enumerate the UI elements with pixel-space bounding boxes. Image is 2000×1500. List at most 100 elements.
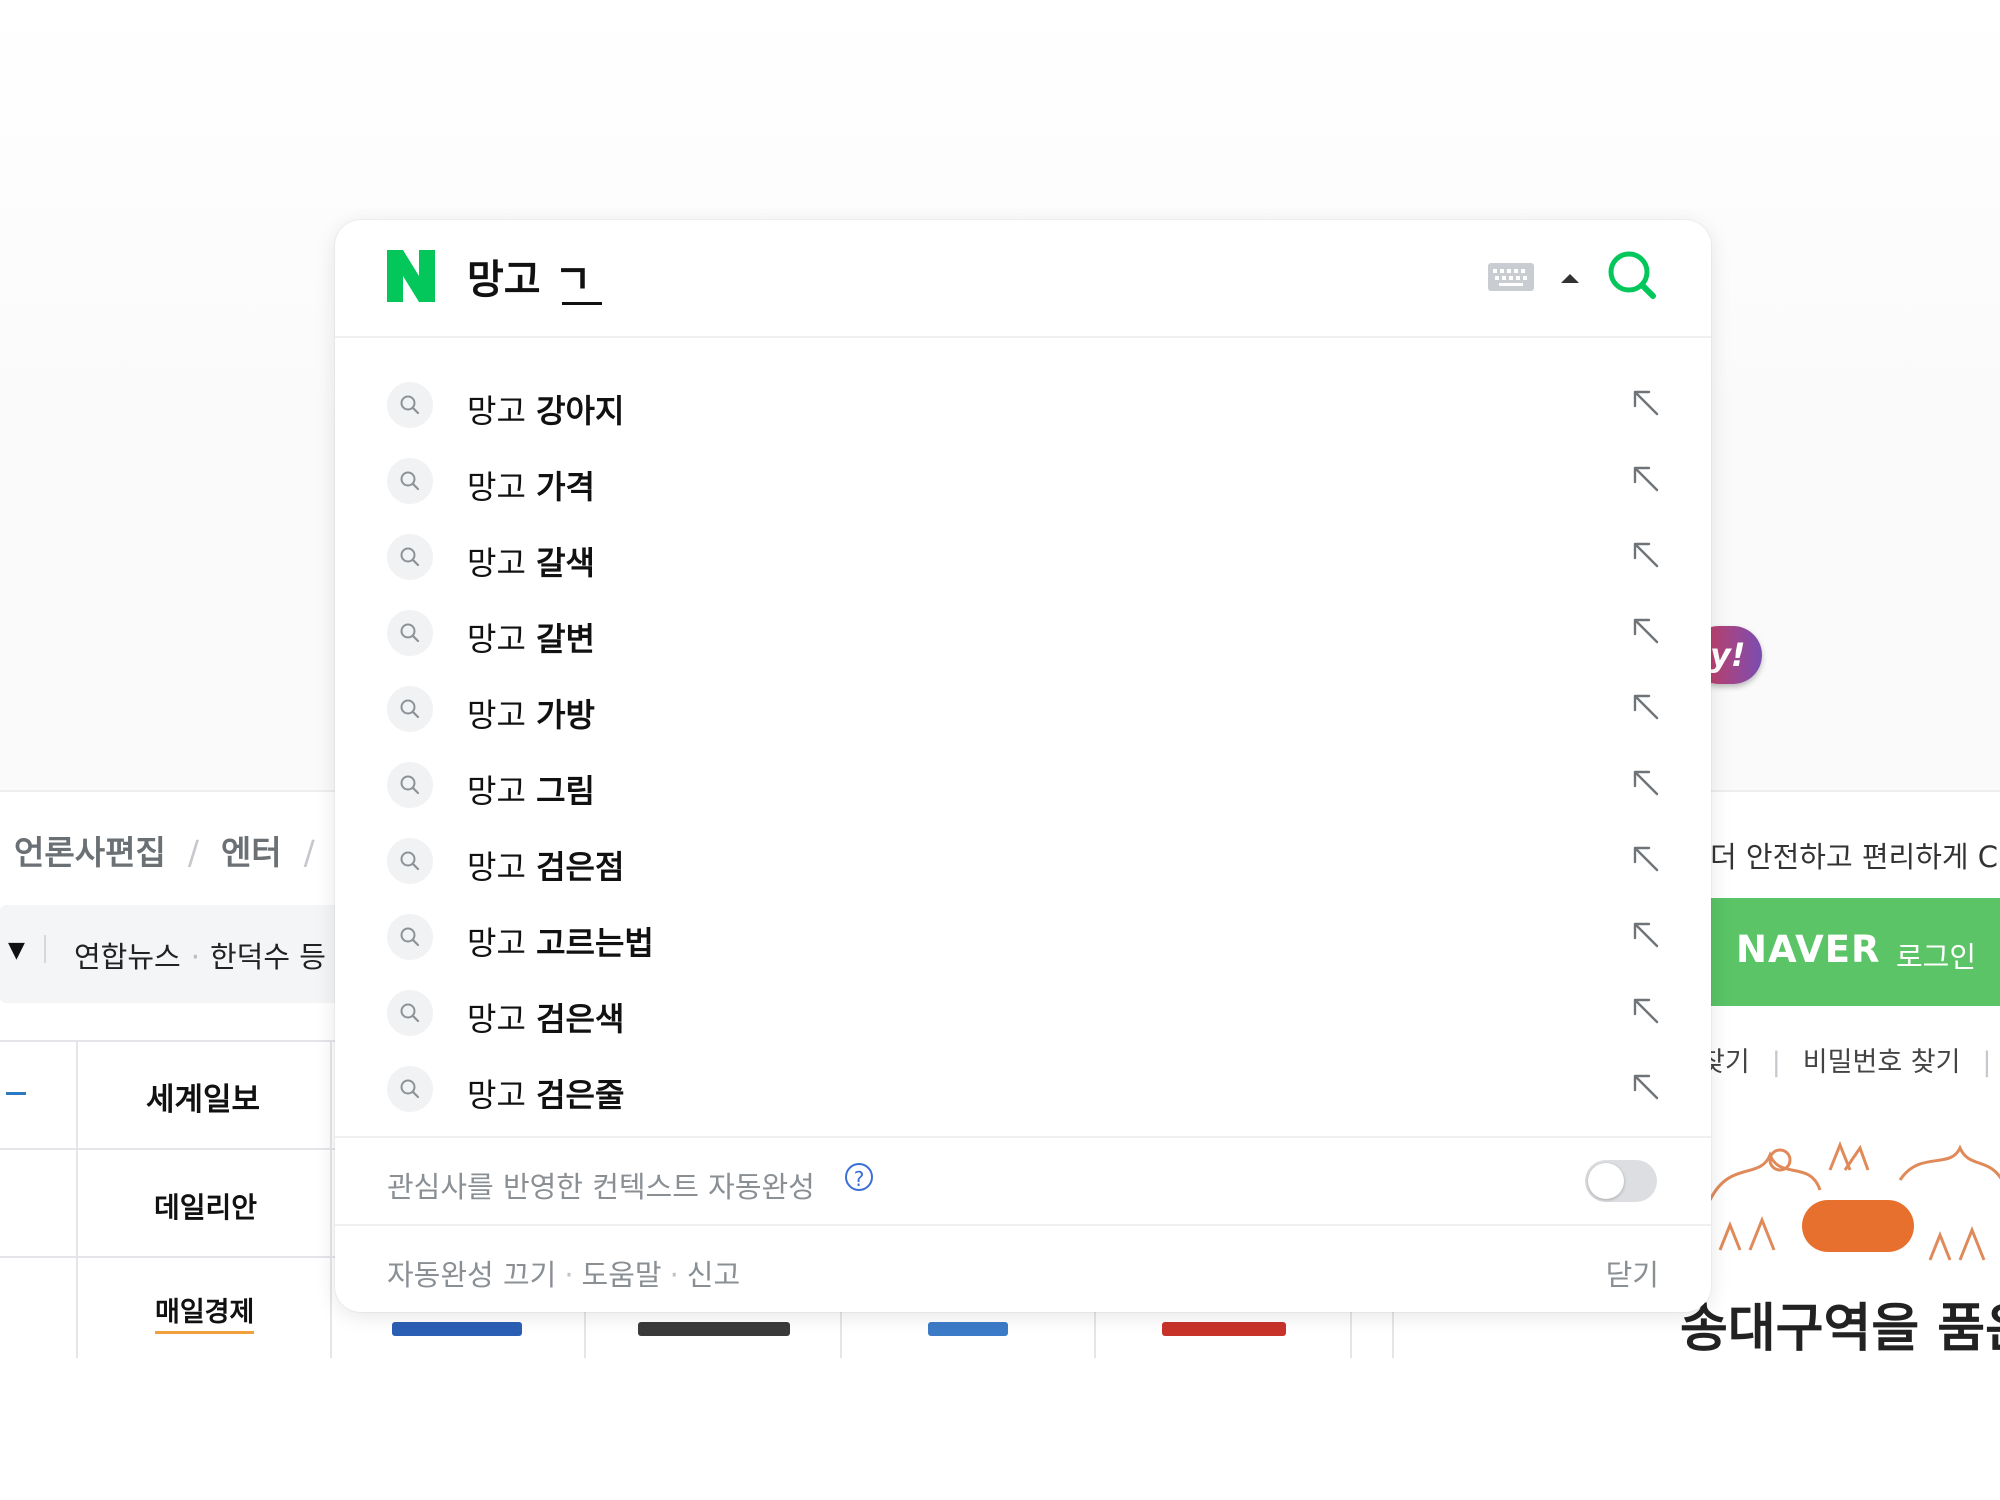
autocomplete-off-link[interactable]: 자동완성 끄기 (387, 1258, 556, 1292)
suggestion-item[interactable]: 망고 검은색 (335, 974, 1711, 1050)
suggestion-item[interactable]: 망고 가방 (335, 670, 1711, 746)
suggestion-prefix: 망고 (467, 1076, 537, 1114)
arrow-up-left-icon[interactable] (1629, 462, 1661, 494)
report-link[interactable]: 신고 (687, 1258, 740, 1292)
press-logo-maeil[interactable]: 매일경제 (155, 1290, 255, 1334)
toggle-knob (1588, 1163, 1624, 1199)
suggestion-completion: 가격 (536, 468, 595, 506)
banner-cloud-shape (1802, 1200, 1914, 1252)
news-tabs: 언론사편집 / 엔터 / (14, 826, 337, 874)
close-button[interactable]: 닫기 (1606, 1252, 1659, 1294)
suggestion-item[interactable]: 망고 강아지 (335, 366, 1711, 442)
autocomplete-footer: 자동완성 끄기 · 도움말 · 신고 닫기 (335, 1224, 1711, 1312)
context-autocomplete-row: 관심사를 반영한 컨텍스트 자동완성 ? (335, 1136, 1711, 1226)
ime-composition-underline (562, 302, 602, 305)
press-logo-kbs-world[interactable] (392, 1322, 522, 1336)
search-autocomplete-popup: 망고 강아지망고 가격망고 갈색망고 갈변망고 가방망고 그림망고 검은점망고 … (335, 220, 1711, 1312)
suggestion-completion: 갈변 (536, 620, 595, 658)
tab-press-edit[interactable]: 언론사편집 (14, 833, 166, 872)
help-icon[interactable]: ? (845, 1163, 873, 1191)
suggestion-prefix: 망고 (467, 544, 537, 582)
search-icon (387, 686, 433, 732)
suggestion-prefix: 망고 (467, 772, 537, 810)
headline-source: 연합뉴스 (74, 940, 181, 974)
headline-title: 한덕수 등 (209, 940, 326, 974)
suggestion-completion: 그림 (536, 772, 595, 810)
search-icon (387, 914, 433, 960)
headline-link[interactable]: 연합뉴스 · 한덕수 등 (74, 934, 326, 976)
link-separator: | (1771, 1047, 1781, 1078)
search-bar (335, 220, 1711, 338)
suggestion-prefix: 망고 (467, 696, 537, 734)
suggestion-text: 망고 갈색 (467, 538, 595, 584)
arrow-up-left-icon[interactable] (1629, 994, 1661, 1026)
link-separator: | (1982, 1047, 1992, 1078)
press-grid-line (76, 1040, 78, 1358)
press-logo-partial[interactable] (6, 1086, 26, 1095)
search-icon (387, 458, 433, 504)
find-password-link[interactable]: 비밀번호 찾기 (1803, 1047, 1961, 1078)
footer-dot: · (564, 1258, 574, 1292)
suggestion-item[interactable]: 망고 갈변 (335, 594, 1711, 670)
suggestion-item[interactable]: 망고 그림 (335, 746, 1711, 822)
suggestion-item[interactable]: 망고 고르는법 (335, 898, 1711, 974)
suggestion-item[interactable]: 망고 검은줄 (335, 1050, 1711, 1126)
footer-dot: · (669, 1258, 679, 1292)
suggestion-prefix: 망고 (467, 848, 537, 886)
arrow-up-left-icon[interactable] (1629, 918, 1661, 950)
search-icon[interactable] (1605, 248, 1661, 304)
arrow-up-left-icon[interactable] (1629, 690, 1661, 722)
caret-down-icon[interactable]: ▼ (8, 938, 25, 963)
press-grid-line (330, 1040, 332, 1358)
search-icon (387, 382, 433, 428)
suggestion-list: 망고 강아지 망고 가격 망고 갈색 망고 갈변 망고 가방 망고 그림 망고 검은점 망고 … (335, 336, 1711, 1114)
caret-up-icon[interactable] (1557, 268, 1583, 288)
naver-logo-icon[interactable] (387, 250, 435, 302)
arrow-up-left-icon[interactable] (1629, 766, 1661, 798)
page-blank-area (0, 1358, 2000, 1500)
suggestion-text: 망고 검은색 (467, 994, 624, 1040)
tab-separator: / (303, 833, 315, 872)
suggestion-text: 망고 갈변 (467, 614, 595, 660)
search-input[interactable] (467, 246, 1267, 306)
suggestion-completion: 검은점 (536, 848, 625, 886)
arrow-up-left-icon[interactable] (1629, 1070, 1661, 1102)
headline-dot: · (190, 940, 200, 974)
suggestion-prefix: 망고 (467, 924, 537, 962)
press-logo-partial[interactable] (928, 1322, 1008, 1336)
login-caption: 더 안전하고 편리하게 C (1710, 840, 1999, 874)
account-find-links: 찾기 | 비밀번호 찾기 | (1700, 1040, 2000, 1079)
arrow-up-left-icon[interactable] (1629, 538, 1661, 570)
suggestion-completion: 갈색 (536, 544, 595, 582)
arrow-up-left-icon[interactable] (1629, 842, 1661, 874)
keyboard-icon[interactable] (1487, 262, 1535, 292)
search-icon (387, 990, 433, 1036)
search-icon (387, 1066, 433, 1112)
suggestion-item[interactable]: 망고 가격 (335, 442, 1711, 518)
press-logo-segye[interactable]: 세계일보 (146, 1074, 260, 1119)
tab-separator: / (187, 833, 199, 872)
naver-login-button[interactable]: NAVER 로그인 (1708, 898, 2000, 1006)
search-icon (387, 534, 433, 580)
suggestion-item[interactable]: 망고 검은점 (335, 822, 1711, 898)
context-autocomplete-toggle[interactable] (1585, 1160, 1657, 1202)
footer-links: 자동완성 끄기 · 도움말 · 신고 (387, 1252, 740, 1294)
suggestion-text: 망고 가방 (467, 690, 595, 736)
suggestion-text: 망고 강아지 (467, 386, 624, 432)
press-logo-dailian[interactable]: 데일리안 (154, 1186, 257, 1226)
tab-entertainment[interactable]: 엔터 (221, 833, 282, 872)
arrow-up-left-icon[interactable] (1629, 386, 1661, 418)
suggestion-prefix: 망고 (467, 620, 537, 658)
help-link[interactable]: 도움말 (582, 1258, 662, 1292)
suggestion-completion: 가방 (536, 696, 595, 734)
press-logo-partial[interactable] (1162, 1322, 1286, 1336)
ad-badge-text: y! (1710, 636, 1746, 674)
arrow-up-left-icon[interactable] (1629, 614, 1661, 646)
banner-headline[interactable]: 송대구역을 품은 (1680, 1286, 2000, 1361)
press-logo-partial[interactable] (638, 1322, 790, 1336)
suggestion-item[interactable]: 망고 갈색 (335, 518, 1711, 594)
suggestion-text: 망고 검은줄 (467, 1070, 624, 1116)
suggestion-completion: 고르는법 (536, 924, 654, 962)
search-icon (387, 762, 433, 808)
suggestion-prefix: 망고 (467, 392, 537, 430)
